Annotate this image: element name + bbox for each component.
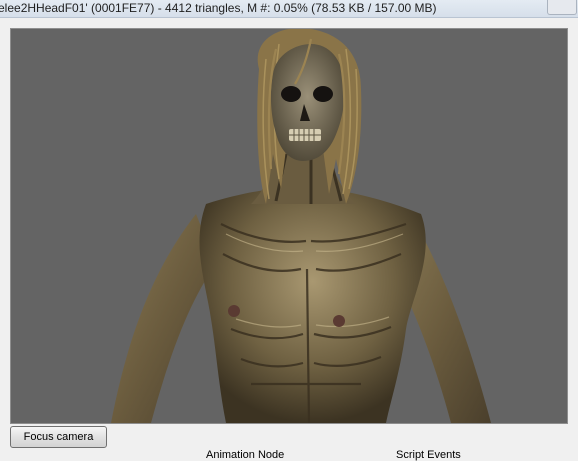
- animation-node-label: Animation Node: [206, 449, 285, 461]
- torso: [199, 187, 426, 423]
- window-title: elee2HHeadF01' (0001FE77) - 4412 triangl…: [0, 1, 437, 15]
- script-events-label: Script Events: [396, 449, 461, 461]
- model-render: [111, 29, 491, 423]
- title-bar: elee2HHeadF01' (0001FE77) - 4412 triangl…: [0, 0, 578, 18]
- close-button[interactable]: [547, 0, 577, 15]
- 3d-viewport[interactable]: [10, 28, 568, 424]
- focus-camera-button[interactable]: Focus camera: [10, 426, 107, 448]
